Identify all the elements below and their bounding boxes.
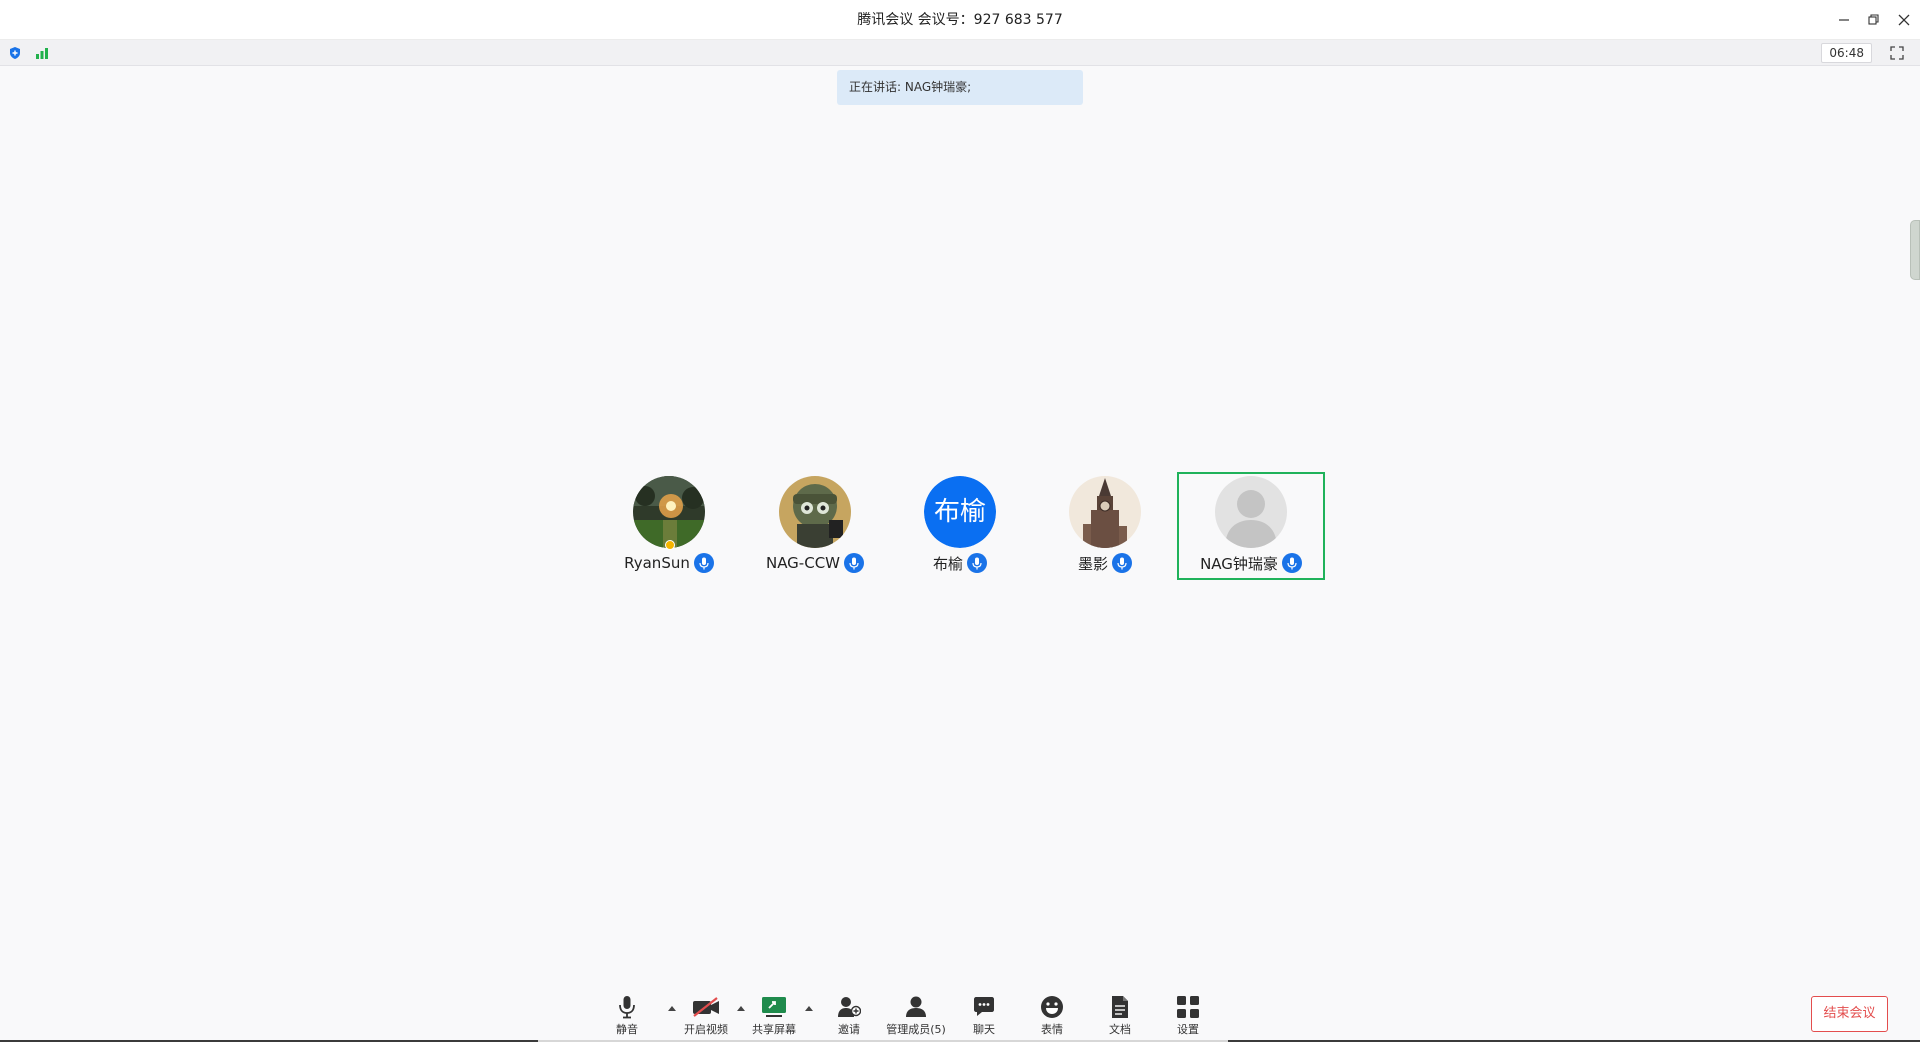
microphone-icon (597, 994, 657, 1020)
mic-on-icon (967, 553, 987, 573)
participant-name: 布榆 (932, 554, 963, 573)
speaking-indicator: 正在讲话: NAG钟瑞豪; (837, 70, 1083, 105)
minimize-icon (1839, 19, 1849, 21)
meeting-timer: 06:48 (1821, 43, 1872, 63)
share-screen-button[interactable]: 共享屏幕 (744, 994, 804, 1038)
mic-on-icon (1281, 553, 1302, 573)
caret-up-icon (805, 1005, 813, 1011)
chat-button[interactable]: 聊天 (954, 994, 1014, 1038)
start-video-button[interactable]: 开启视频 (676, 994, 736, 1038)
manage-members-button[interactable]: 管理成员(5) (886, 994, 946, 1038)
share-screen-icon (744, 994, 804, 1020)
chat-label: 聊天 (973, 1023, 995, 1036)
status-bar: 06:48 (0, 40, 1920, 66)
document-icon (1090, 994, 1150, 1020)
add-user-icon (819, 994, 879, 1020)
participant-grid: RyanSun NAG-CCW 布榆 布榆 墨影 NAG钟瑞豪 (0, 0, 1920, 1042)
restore-icon (1868, 14, 1879, 25)
avatar: 布榆 (924, 476, 996, 548)
settings-button[interactable]: 设置 (1158, 994, 1218, 1038)
participant-tile-active-speaker[interactable]: NAG钟瑞豪 (1177, 472, 1325, 580)
mic-on-icon (693, 553, 714, 573)
chat-icon (954, 994, 1014, 1020)
invite-label: 邀请 (838, 1023, 860, 1036)
emoji-label: 表情 (1041, 1023, 1063, 1036)
participant-name: 墨影 (1077, 554, 1108, 573)
members-icon (886, 994, 946, 1020)
close-button[interactable] (1892, 8, 1916, 32)
participant-tile[interactable]: RyanSun (595, 472, 743, 580)
share-screen-label: 共享屏幕 (752, 1023, 796, 1036)
emoji-icon (1022, 994, 1082, 1020)
avatar (1069, 476, 1141, 548)
end-meeting-button[interactable]: 结束会议 (1811, 996, 1888, 1032)
share-options-caret[interactable] (802, 1003, 816, 1013)
host-badge (665, 540, 675, 550)
title-bar: 腾讯会议 会议号：927 683 577 (0, 0, 1920, 40)
emoji-button[interactable]: 表情 (1022, 994, 1082, 1038)
signal-icon[interactable] (34, 45, 50, 61)
caret-up-icon (668, 1005, 676, 1011)
participant-tile[interactable]: 墨影 (1031, 472, 1179, 580)
documents-label: 文档 (1109, 1023, 1131, 1036)
window-title: 腾讯会议 会议号：927 683 577 (857, 12, 1063, 28)
invite-button[interactable]: 邀请 (819, 994, 879, 1038)
start-video-label: 开启视频 (684, 1023, 728, 1036)
documents-button[interactable]: 文档 (1090, 994, 1150, 1038)
participant-name: RyanSun (624, 554, 690, 572)
participant-tile[interactable]: NAG-CCW (741, 472, 889, 580)
mute-label: 静音 (616, 1023, 638, 1036)
mic-on-icon (1112, 553, 1132, 573)
participant-name: NAG钟瑞豪 (1200, 554, 1278, 573)
mute-button[interactable]: 静音 (597, 994, 657, 1038)
avatar (633, 476, 705, 548)
video-off-icon (676, 994, 736, 1020)
participant-name: NAG-CCW (765, 554, 841, 572)
security-shield-icon[interactable] (7, 45, 23, 61)
avatar-initials: 布榆 (924, 476, 996, 548)
settings-label: 设置 (1177, 1023, 1199, 1036)
mic-on-icon (844, 553, 865, 573)
minimize-button[interactable] (1832, 8, 1856, 32)
participant-tile[interactable]: 布榆 布榆 (886, 472, 1034, 580)
avatar (1215, 476, 1287, 548)
side-panel-handle[interactable] (1910, 220, 1920, 280)
apps-grid-icon (1158, 994, 1218, 1020)
restore-button[interactable] (1862, 8, 1886, 32)
fullscreen-icon (1890, 46, 1904, 60)
fullscreen-button[interactable] (1888, 44, 1906, 62)
avatar (779, 476, 851, 548)
manage-members-label: 管理成员(5) (886, 1023, 946, 1036)
close-icon (1898, 14, 1910, 26)
